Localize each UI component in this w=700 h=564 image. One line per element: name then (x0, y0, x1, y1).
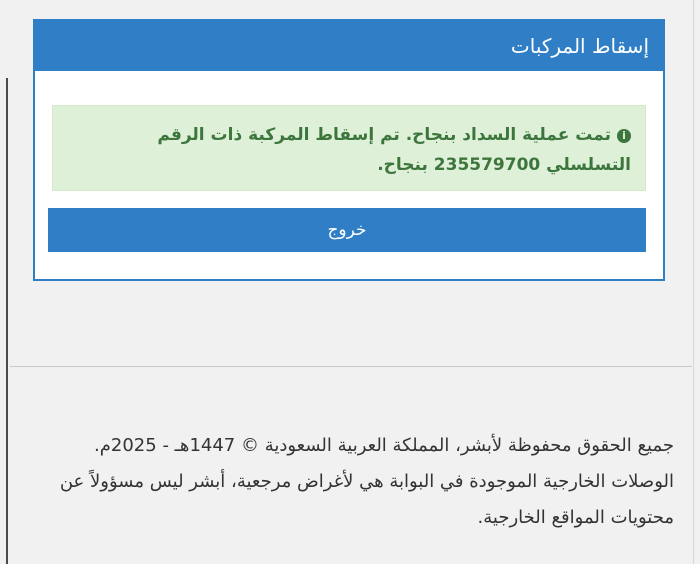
panel-title: إسقاط المركبات (510, 34, 649, 58)
right-border-line (693, 0, 694, 564)
info-icon: i (617, 129, 631, 143)
success-alert: iتمت عملية السداد بنجاح. تم إسقاط المركب… (52, 105, 646, 191)
vehicle-drop-panel: إسقاط المركبات iتمت عملية السداد بنجاح. … (33, 19, 665, 281)
footer: جميع الحقوق محفوظة لأبشر، المملكة العربي… (24, 428, 674, 536)
footer-divider (10, 366, 692, 367)
left-border-line (6, 78, 8, 564)
panel-header: إسقاط المركبات (35, 21, 663, 71)
footer-disclaimer: الوصلات الخارجية الموجودة في البوابة هي … (59, 471, 674, 528)
alert-message-part2: بنجاح. (377, 155, 434, 175)
footer-copyright: جميع الحقوق محفوظة لأبشر، المملكة العربي… (94, 435, 674, 456)
exit-button[interactable]: خروج (48, 208, 646, 252)
alert-serial-number: 235579700 (433, 155, 541, 175)
